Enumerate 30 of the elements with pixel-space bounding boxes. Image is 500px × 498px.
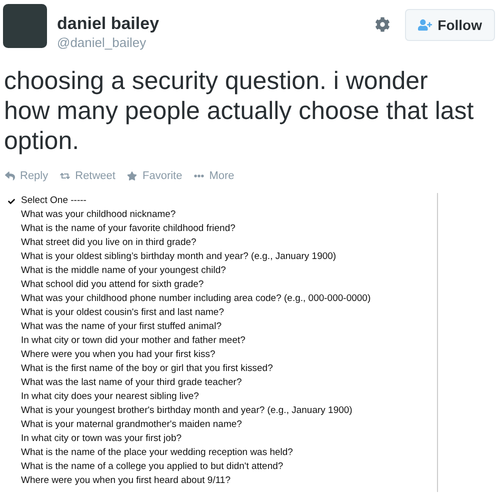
dropdown-option[interactable]: What is the name of a college you applied to but didn't attend? (2, 460, 437, 474)
follow-button[interactable]: Follow (404, 9, 495, 41)
dropdown-option[interactable]: Where were you when you first heard about 9/11? (2, 474, 437, 488)
dropdown-option[interactable]: What school did you attend for sixth grade? (2, 278, 437, 292)
dropdown-option[interactable]: What is the first name of the boy or girl that you first kissed? (2, 362, 437, 376)
add-user-icon (418, 18, 432, 32)
dropdown-option[interactable]: What was the last name of your third grade teacher? (2, 376, 437, 390)
dropdown-option[interactable]: What street did you live on in third grade? (2, 236, 437, 250)
dropdown-option[interactable]: What was your childhood nickname? (2, 208, 437, 222)
star-icon (127, 171, 138, 182)
reply-icon (5, 171, 15, 182)
dropdown-option[interactable]: In what city or town was your first job? (2, 432, 437, 446)
dropdown-option[interactable]: What is your oldest sibling’s birthday month and year? (e.g., January 1900) (2, 250, 437, 264)
dropdown-option[interactable]: What is your oldest cousin's first and last name? (2, 306, 437, 320)
settings-icon[interactable] (374, 17, 390, 32)
dropdown-option[interactable]: What is your maternal grandmother's maiden name? (2, 418, 437, 432)
dropdown-option[interactable]: What is the name of your favorite childhood friend? (2, 222, 437, 236)
dropdown-option[interactable]: In what city does your nearest sibling live? (2, 390, 437, 404)
dropdown-option[interactable]: In what city or town did your mother and father meet? (2, 334, 437, 348)
dropdown-option[interactable]: What was your childhood phone number including area code? (e.g., 000-000-0000) (2, 292, 437, 306)
avatar (3, 4, 47, 48)
user-name[interactable]: daniel bailey (57, 14, 160, 34)
tweet-text: choosing a security question. i wonder how many people actually choose that last option. (4, 66, 474, 156)
dropdown-option[interactable]: Select One ----- (2, 194, 437, 208)
dropdown-option[interactable]: Where were you when you had your first kiss? (2, 348, 437, 362)
retweet-icon (60, 171, 70, 182)
dropdown-option[interactable]: What was the name of your first stuffed animal? (2, 320, 437, 334)
dropdown-option[interactable]: What is the middle name of your youngest child? (2, 264, 437, 278)
dropdown-option[interactable]: What is your youngest brother's birthday month and year? (e.g., January 1900) (2, 404, 437, 418)
dropdown-option[interactable]: What is the name of the place your wedding reception was held? (2, 446, 437, 460)
